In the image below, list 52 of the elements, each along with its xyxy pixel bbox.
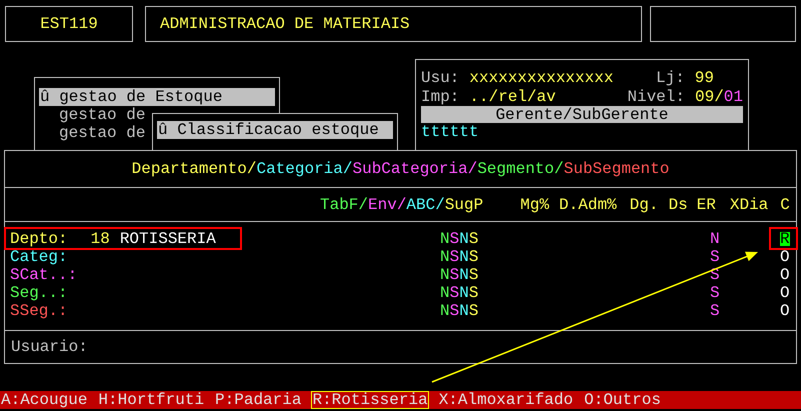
flags-value: NSNS — [440, 302, 478, 320]
flags-value: NSNS — [440, 284, 478, 302]
user-field-label: Usuario: — [11, 338, 88, 356]
row-label: Seg..: — [10, 286, 68, 300]
department-code: 18 — [90, 232, 110, 246]
user-label: Usu: — [421, 68, 460, 86]
program-code: EST119 — [5, 6, 133, 42]
column-header: C — [780, 196, 790, 214]
row-label: SSeg.: — [10, 304, 68, 318]
er-value: S — [710, 302, 720, 320]
flags-value: NSNS — [440, 266, 478, 284]
store-value: 99 — [694, 68, 714, 86]
role-bar: Gerente/SubGerente — [421, 106, 743, 123]
c-value[interactable]: R — [780, 232, 790, 246]
column-header: ER — [696, 196, 716, 214]
row-label: Categ: — [10, 250, 68, 264]
shortcut-option[interactable]: P:Padaria — [214, 391, 302, 409]
c-value[interactable]: O — [780, 250, 790, 264]
c-value[interactable]: O — [780, 268, 790, 282]
store-label: Lj: — [656, 68, 685, 86]
column-header: Ds — [668, 196, 688, 214]
menu-item[interactable]: û gestao de Estoque — [39, 88, 275, 106]
shortcut-option[interactable]: R:Rotisseria — [311, 391, 429, 409]
hierarchy-title: Departamento/Categoria/SubCategoria/Segmento/SubSegmento — [132, 160, 670, 178]
printer-label: Imp: — [421, 88, 460, 106]
flags-value: NSNS — [440, 230, 478, 248]
shortcut-option[interactable]: H:Hortfruti — [97, 391, 206, 409]
department-name: ROTISSERIA — [120, 232, 216, 246]
row-label: SCat..: — [10, 268, 78, 282]
c-value[interactable]: O — [780, 286, 790, 300]
menu-item[interactable]: û Classificacao estoque — [157, 121, 393, 139]
column-header: TabF/Env/ABC/SugP — [320, 196, 484, 214]
nivel-value: 09/01 — [694, 88, 743, 106]
nivel-label: Nivel: — [627, 88, 685, 106]
screen-title: ADMINISTRACAO DE MATERIAIS — [145, 6, 642, 42]
column-header: Dg. — [630, 196, 658, 214]
c-value[interactable]: O — [780, 304, 790, 318]
printer-value: ../rel/av — [469, 88, 556, 106]
flags-value: NSNS — [440, 248, 478, 266]
er-value: S — [710, 284, 720, 302]
row-label: Depto: — [10, 232, 68, 246]
user-value: xxxxxxxxxxxxxxx — [469, 68, 614, 86]
column-header: D.Adm% — [559, 196, 617, 214]
column-header: Mg% — [520, 196, 550, 214]
annotation-frame — [769, 227, 798, 250]
er-value: N — [710, 230, 720, 248]
er-value: S — [710, 248, 720, 266]
shortcut-option[interactable]: X:Almoxarifado — [438, 391, 574, 409]
column-header: XDia — [730, 196, 768, 214]
shortcut-option[interactable]: A:Acougue — [0, 391, 88, 409]
shortcut-option[interactable]: O:Outros — [583, 391, 662, 409]
terminal-id: tttttt — [421, 123, 480, 141]
